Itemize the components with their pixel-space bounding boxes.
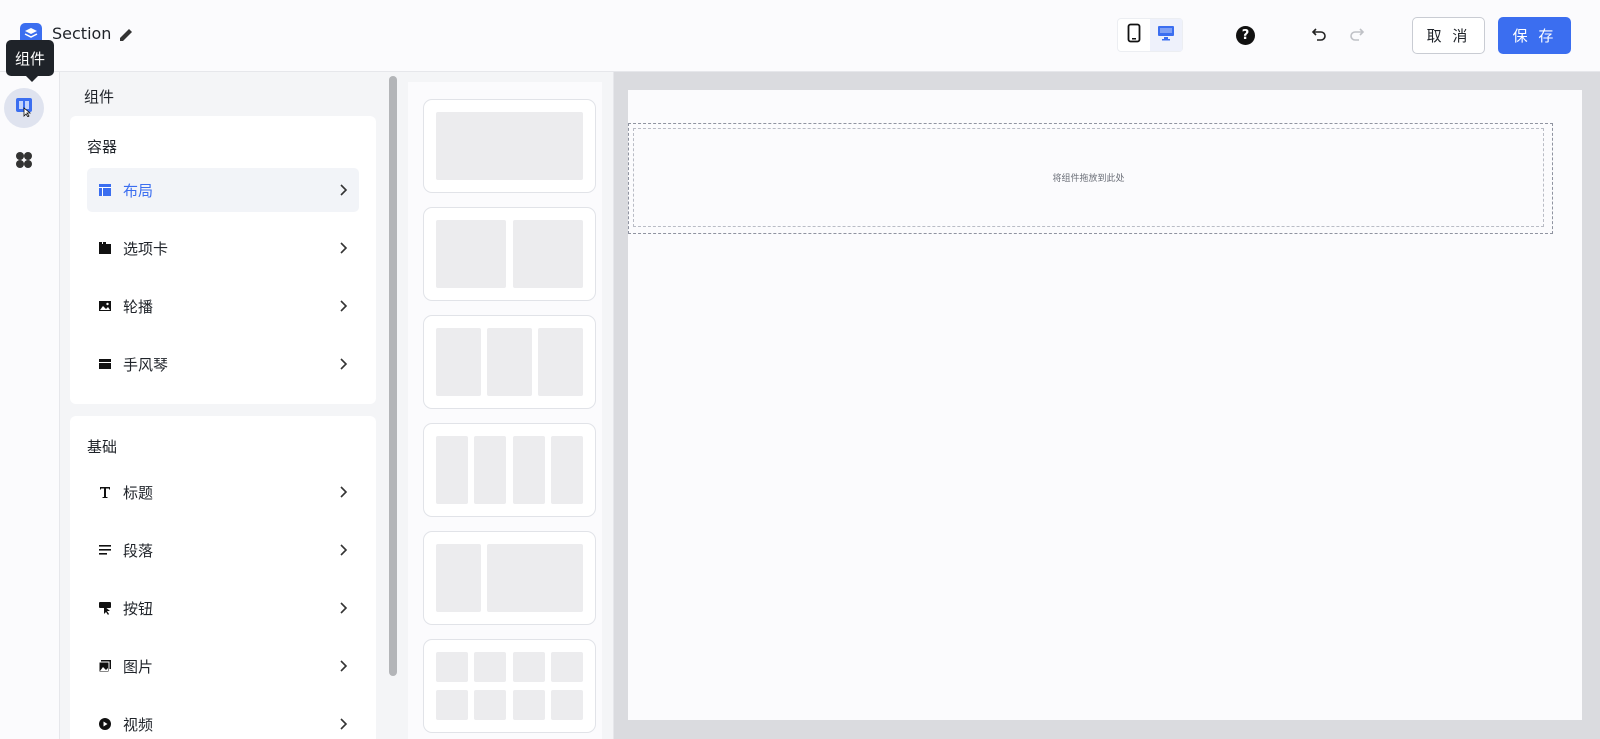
editor-canvas[interactable]: 将组件拖放到此处	[628, 90, 1582, 720]
apps-rail-button[interactable]	[4, 142, 44, 182]
video-icon	[97, 716, 113, 732]
item-image[interactable]: 图片	[87, 644, 359, 688]
column-placeholder	[436, 544, 481, 612]
item-accordion[interactable]: 手风琴	[87, 342, 359, 386]
layout-preset-1-2-columns[interactable]	[423, 531, 596, 625]
item-label: 图片	[123, 657, 154, 676]
basics-card: 基础 标题 段落 按钮 图片 视频	[70, 416, 376, 739]
item-label: 标题	[123, 483, 154, 502]
components-panel: 组件 容器 布局 选项卡 轮播 手风琴 基础 标题 段落 按钮 图片 视频	[60, 72, 386, 739]
column-placeholder	[487, 328, 532, 396]
chevron-right-icon	[335, 542, 351, 558]
layout-icon	[97, 182, 113, 198]
item-video[interactable]: 视频	[87, 702, 359, 739]
save-button[interactable]: 保 存	[1498, 17, 1571, 54]
cell-placeholder	[474, 690, 506, 720]
item-paragraph[interactable]: 段落	[87, 528, 359, 572]
item-label: 按钮	[123, 599, 154, 618]
components-rail-button[interactable]	[4, 88, 44, 128]
column-placeholder	[436, 220, 506, 288]
chevron-right-icon	[335, 600, 351, 616]
section-dropzone[interactable]: 将组件拖放到此处	[628, 123, 1553, 234]
top-bar: Section ? 取 消 保 存	[0, 0, 1600, 72]
item-label: 视频	[123, 715, 154, 734]
item-carousel[interactable]: 轮播	[87, 284, 359, 328]
chevron-right-icon	[335, 182, 351, 198]
column-placeholder	[474, 436, 506, 504]
cell-placeholder	[513, 690, 545, 720]
item-tabs[interactable]: 选项卡	[87, 226, 359, 270]
layout-preset-4-columns[interactable]	[423, 423, 596, 517]
tabs-icon	[97, 240, 113, 256]
chevron-right-icon	[335, 240, 351, 256]
desktop-icon	[1157, 25, 1175, 45]
button-icon	[97, 600, 113, 616]
undo-icon[interactable]	[1310, 26, 1328, 44]
basics-section-title: 基础	[87, 438, 118, 456]
containers-card: 容器 布局 选项卡 轮播 手风琴	[70, 116, 376, 404]
device-switcher	[1117, 18, 1183, 52]
cancel-button[interactable]: 取 消	[1412, 17, 1485, 54]
cell-placeholder	[551, 652, 583, 682]
help-icon[interactable]: ?	[1236, 26, 1255, 45]
chevron-right-icon	[335, 716, 351, 732]
edit-icon[interactable]	[117, 26, 135, 44]
mobile-view-button[interactable]	[1118, 19, 1150, 51]
item-label: 手风琴	[123, 355, 169, 374]
containers-section-title: 容器	[87, 138, 118, 156]
column-placeholder	[487, 544, 583, 612]
cell-placeholder	[474, 652, 506, 682]
column-placeholder	[436, 112, 583, 180]
chevron-right-icon	[335, 484, 351, 500]
paragraph-icon	[97, 542, 113, 558]
tooltip: 组件	[6, 40, 54, 82]
cell-placeholder	[513, 652, 545, 682]
left-rail	[0, 72, 60, 739]
item-label: 段落	[123, 541, 154, 560]
layout-preset-4x2-grid[interactable]	[423, 639, 596, 733]
column-placeholder	[436, 328, 481, 396]
layout-presets-panel	[400, 72, 614, 739]
layout-preset-3-columns[interactable]	[423, 315, 596, 409]
dropzone-inner: 将组件拖放到此处	[633, 128, 1544, 227]
panel-title: 组件	[84, 88, 115, 106]
item-layout[interactable]: 布局	[87, 168, 359, 212]
carousel-icon	[97, 298, 113, 314]
chevron-right-icon	[335, 356, 351, 372]
page-title: Section	[52, 24, 112, 43]
components-icon	[13, 95, 35, 121]
item-label: 轮播	[123, 297, 154, 316]
image-icon	[97, 658, 113, 674]
scrollbar-thumb[interactable]	[389, 76, 397, 676]
column-placeholder	[513, 220, 583, 288]
cell-placeholder	[551, 690, 583, 720]
column-placeholder	[551, 436, 583, 504]
column-placeholder	[538, 328, 583, 396]
column-placeholder	[436, 436, 468, 504]
panel-scrollbar[interactable]	[386, 72, 400, 739]
chevron-right-icon	[335, 658, 351, 674]
heading-icon	[97, 484, 113, 500]
dropzone-hint: 将组件拖放到此处	[1052, 174, 1125, 184]
layout-presets-list	[408, 82, 602, 739]
accordion-icon	[97, 356, 113, 372]
editor-canvas-area: 将组件拖放到此处	[614, 72, 1600, 739]
mobile-icon	[1127, 23, 1141, 47]
cell-placeholder	[436, 690, 468, 720]
layout-preset-2-columns[interactable]	[423, 207, 596, 301]
redo-icon[interactable]	[1348, 26, 1366, 44]
chevron-right-icon	[335, 298, 351, 314]
apps-icon	[13, 149, 35, 175]
item-button[interactable]: 按钮	[87, 586, 359, 630]
cell-placeholder	[436, 652, 468, 682]
desktop-view-button[interactable]	[1150, 19, 1182, 51]
item-heading[interactable]: 标题	[87, 470, 359, 514]
column-placeholder	[513, 436, 545, 504]
item-label: 布局	[123, 181, 154, 200]
layout-preset-1-column[interactable]	[423, 99, 596, 193]
item-label: 选项卡	[123, 239, 169, 258]
